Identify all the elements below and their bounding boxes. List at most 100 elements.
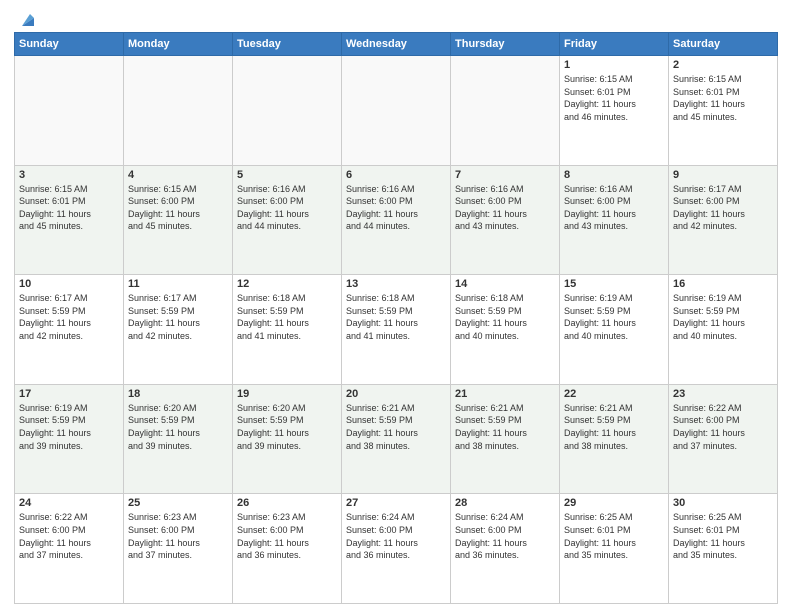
calendar-cell: 1 Sunrise: 6:15 AM Sunset: 6:01 PM Daylig… [560, 56, 669, 166]
day-number: 19 [237, 388, 337, 400]
day-info: Sunrise: 6:17 AM Sunset: 5:59 PM Dayligh… [19, 292, 119, 342]
calendar-cell: 18 Sunrise: 6:20 AM Sunset: 5:59 PM Dayli… [124, 384, 233, 494]
calendar-cell: 21 Sunrise: 6:21 AM Sunset: 5:59 PM Dayli… [451, 384, 560, 494]
day-number: 11 [128, 278, 228, 290]
day-number: 18 [128, 388, 228, 400]
calendar-cell: 11 Sunrise: 6:17 AM Sunset: 5:59 PM Dayli… [124, 275, 233, 385]
day-number: 24 [19, 497, 119, 509]
day-info: Sunrise: 6:21 AM Sunset: 5:59 PM Dayligh… [564, 402, 664, 452]
day-number: 8 [564, 169, 664, 181]
day-info: Sunrise: 6:15 AM Sunset: 6:00 PM Dayligh… [128, 183, 228, 233]
day-info: Sunrise: 6:22 AM Sunset: 6:00 PM Dayligh… [19, 511, 119, 561]
day-info: Sunrise: 6:18 AM Sunset: 5:59 PM Dayligh… [346, 292, 446, 342]
day-number: 4 [128, 169, 228, 181]
day-info: Sunrise: 6:18 AM Sunset: 5:59 PM Dayligh… [455, 292, 555, 342]
day-number: 16 [673, 278, 773, 290]
day-info: Sunrise: 6:25 AM Sunset: 6:01 PM Dayligh… [564, 511, 664, 561]
day-info: Sunrise: 6:21 AM Sunset: 5:59 PM Dayligh… [346, 402, 446, 452]
day-info: Sunrise: 6:19 AM Sunset: 5:59 PM Dayligh… [19, 402, 119, 452]
day-info: Sunrise: 6:25 AM Sunset: 6:01 PM Dayligh… [673, 511, 773, 561]
day-info: Sunrise: 6:18 AM Sunset: 5:59 PM Dayligh… [237, 292, 337, 342]
day-info: Sunrise: 6:15 AM Sunset: 6:01 PM Dayligh… [564, 73, 664, 123]
day-info: Sunrise: 6:15 AM Sunset: 6:01 PM Dayligh… [673, 73, 773, 123]
logo-icon [16, 8, 38, 30]
calendar-cell: 23Sunrise: 6:22 AM Sunset: 6:00 PM Dayli… [669, 384, 778, 494]
weekday-header-saturday: Saturday [669, 33, 778, 56]
day-info: Sunrise: 6:17 AM Sunset: 5:59 PM Dayligh… [128, 292, 228, 342]
day-number: 9 [673, 169, 773, 181]
day-info: Sunrise: 6:19 AM Sunset: 5:59 PM Dayligh… [673, 292, 773, 342]
calendar-cell: 30Sunrise: 6:25 AM Sunset: 6:01 PM Dayli… [669, 494, 778, 604]
weekday-header-sunday: Sunday [15, 33, 124, 56]
day-info: Sunrise: 6:20 AM Sunset: 5:59 PM Dayligh… [128, 402, 228, 452]
calendar-cell: 29 Sunrise: 6:25 AM Sunset: 6:01 PM Dayli… [560, 494, 669, 604]
weekday-header-wednesday: Wednesday [342, 33, 451, 56]
day-number: 15 [564, 278, 664, 290]
day-number: 27 [346, 497, 446, 509]
day-info: Sunrise: 6:21 AM Sunset: 5:59 PM Dayligh… [455, 402, 555, 452]
calendar-table: SundayMondayTuesdayWednesdayThursdayFrid… [14, 32, 778, 604]
calendar-cell: 25Sunrise: 6:23 AM Sunset: 6:00 PM Dayli… [124, 494, 233, 604]
day-info: Sunrise: 6:22 AM Sunset: 6:00 PM Dayligh… [673, 402, 773, 452]
day-info: Sunrise: 6:16 AM Sunset: 6:00 PM Dayligh… [455, 183, 555, 233]
logo [14, 10, 38, 24]
day-info: Sunrise: 6:16 AM Sunset: 6:00 PM Dayligh… [346, 183, 446, 233]
day-number: 28 [455, 497, 555, 509]
day-number: 14 [455, 278, 555, 290]
calendar-cell: 3 Sunrise: 6:15 AM Sunset: 6:01 PM Daylig… [15, 165, 124, 275]
calendar-cell: 22 Sunrise: 6:21 AM Sunset: 5:59 PM Dayli… [560, 384, 669, 494]
calendar-cell [124, 56, 233, 166]
calendar-cell: 17 Sunrise: 6:19 AM Sunset: 5:59 PM Dayli… [15, 384, 124, 494]
calendar-cell: 24 Sunrise: 6:22 AM Sunset: 6:00 PM Dayli… [15, 494, 124, 604]
day-info: Sunrise: 6:16 AM Sunset: 6:00 PM Dayligh… [564, 183, 664, 233]
calendar-cell: 28 Sunrise: 6:24 AM Sunset: 6:00 PM Dayli… [451, 494, 560, 604]
header-row: SundayMondayTuesdayWednesdayThursdayFrid… [15, 33, 778, 56]
week-row-2: 3 Sunrise: 6:15 AM Sunset: 6:01 PM Daylig… [15, 165, 778, 275]
calendar-cell: 5Sunrise: 6:16 AM Sunset: 6:00 PM Daylig… [233, 165, 342, 275]
weekday-header-tuesday: Tuesday [233, 33, 342, 56]
day-info: Sunrise: 6:20 AM Sunset: 5:59 PM Dayligh… [237, 402, 337, 452]
day-number: 6 [346, 169, 446, 181]
calendar-cell: 15 Sunrise: 6:19 AM Sunset: 5:59 PM Dayli… [560, 275, 669, 385]
calendar-cell: 2 Sunrise: 6:15 AM Sunset: 6:01 PM Daylig… [669, 56, 778, 166]
day-info: Sunrise: 6:23 AM Sunset: 6:00 PM Dayligh… [128, 511, 228, 561]
week-row-3: 10 Sunrise: 6:17 AM Sunset: 5:59 PM Dayli… [15, 275, 778, 385]
day-number: 7 [455, 169, 555, 181]
header [14, 10, 778, 24]
calendar-cell: 20Sunrise: 6:21 AM Sunset: 5:59 PM Dayli… [342, 384, 451, 494]
day-number: 26 [237, 497, 337, 509]
calendar-cell: 6 Sunrise: 6:16 AM Sunset: 6:00 PM Daylig… [342, 165, 451, 275]
calendar-cell: 13 Sunrise: 6:18 AM Sunset: 5:59 PM Dayli… [342, 275, 451, 385]
weekday-header-monday: Monday [124, 33, 233, 56]
calendar-cell: 10 Sunrise: 6:17 AM Sunset: 5:59 PM Dayli… [15, 275, 124, 385]
calendar-cell [451, 56, 560, 166]
calendar-cell: 8 Sunrise: 6:16 AM Sunset: 6:00 PM Daylig… [560, 165, 669, 275]
day-info: Sunrise: 6:17 AM Sunset: 6:00 PM Dayligh… [673, 183, 773, 233]
calendar-cell [15, 56, 124, 166]
day-number: 22 [564, 388, 664, 400]
calendar-cell: 9 Sunrise: 6:17 AM Sunset: 6:00 PM Daylig… [669, 165, 778, 275]
day-number: 13 [346, 278, 446, 290]
week-row-5: 24 Sunrise: 6:22 AM Sunset: 6:00 PM Dayli… [15, 494, 778, 604]
calendar-cell: 16 Sunrise: 6:19 AM Sunset: 5:59 PM Dayli… [669, 275, 778, 385]
calendar-cell [342, 56, 451, 166]
calendar-cell: 12Sunrise: 6:18 AM Sunset: 5:59 PM Dayli… [233, 275, 342, 385]
calendar-cell: 14 Sunrise: 6:18 AM Sunset: 5:59 PM Dayli… [451, 275, 560, 385]
day-number: 10 [19, 278, 119, 290]
day-number: 21 [455, 388, 555, 400]
week-row-1: 1 Sunrise: 6:15 AM Sunset: 6:01 PM Daylig… [15, 56, 778, 166]
calendar-cell: 27Sunrise: 6:24 AM Sunset: 6:00 PM Dayli… [342, 494, 451, 604]
page: SundayMondayTuesdayWednesdayThursdayFrid… [0, 0, 792, 612]
day-info: Sunrise: 6:24 AM Sunset: 6:00 PM Dayligh… [455, 511, 555, 561]
day-number: 3 [19, 169, 119, 181]
day-number: 2 [673, 59, 773, 71]
day-info: Sunrise: 6:15 AM Sunset: 6:01 PM Dayligh… [19, 183, 119, 233]
day-info: Sunrise: 6:19 AM Sunset: 5:59 PM Dayligh… [564, 292, 664, 342]
day-number: 5 [237, 169, 337, 181]
calendar-cell: 26Sunrise: 6:23 AM Sunset: 6:00 PM Dayli… [233, 494, 342, 604]
day-number: 17 [19, 388, 119, 400]
calendar-cell: 4 Sunrise: 6:15 AM Sunset: 6:00 PM Daylig… [124, 165, 233, 275]
day-number: 29 [564, 497, 664, 509]
calendar-cell [233, 56, 342, 166]
day-number: 1 [564, 59, 664, 71]
